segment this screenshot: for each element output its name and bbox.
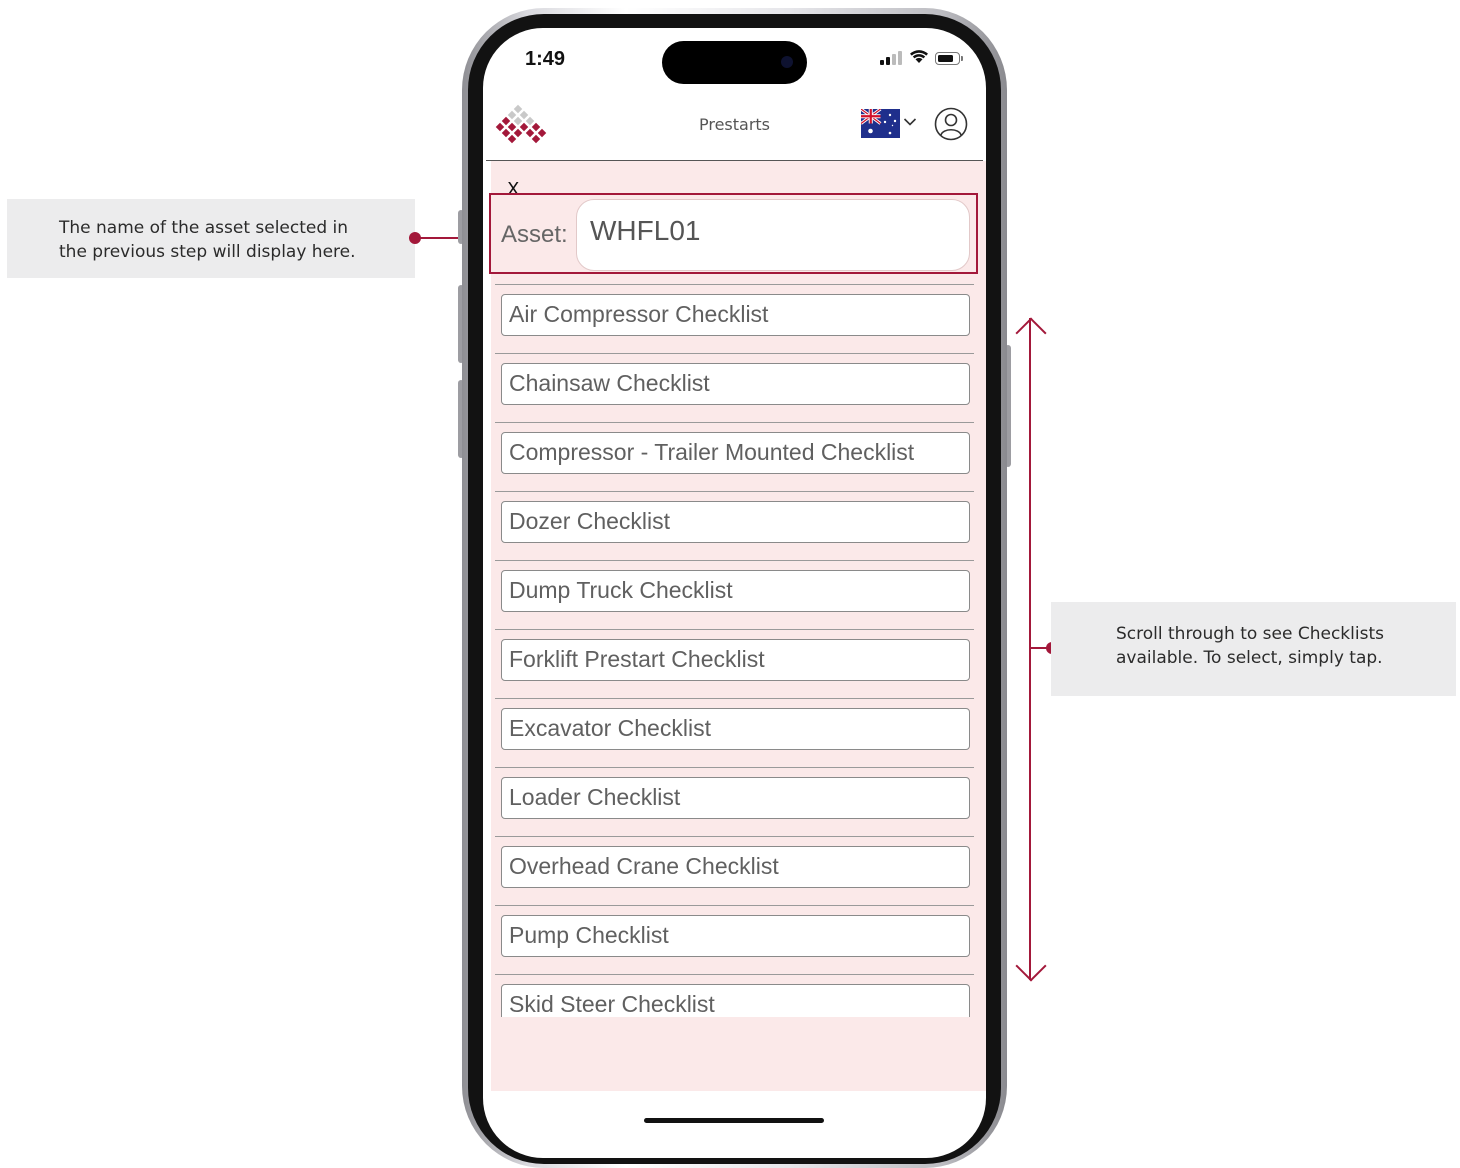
list-divider (495, 491, 974, 492)
phone-screen: 1:49 Prestarts X Asset: WHFL01 Air Compr… (483, 28, 986, 1158)
chevron-down-icon[interactable] (903, 117, 917, 127)
list-divider (495, 698, 974, 699)
checklist-button[interactable]: Loader Checklist (501, 777, 970, 819)
list-divider (495, 560, 974, 561)
cellular-signal-icon (880, 51, 902, 65)
asset-callout: The name of the asset selected in the pr… (7, 199, 415, 278)
checklist-button[interactable]: Chainsaw Checklist (501, 363, 970, 405)
dynamic-island (662, 41, 807, 84)
list-divider (495, 767, 974, 768)
list-divider (495, 353, 974, 354)
checklist-button[interactable]: Overhead Crane Checklist (501, 846, 970, 888)
checklist-button[interactable]: Air Compressor Checklist (501, 294, 970, 336)
scroll-callout-line-2: available. To select, simply tap. (1116, 648, 1383, 668)
user-profile-icon[interactable] (934, 107, 968, 141)
home-indicator (644, 1118, 824, 1123)
asset-callout-line-2: the previous step will display here. (59, 242, 356, 262)
scroll-callout-line-1: Scroll through to see Checklists (1116, 624, 1384, 644)
app-header: Prestarts (483, 94, 986, 160)
scroll-callout: Scroll through to see Checklists availab… (1051, 602, 1456, 696)
status-time: 1:49 (525, 48, 566, 70)
camera-icon (781, 56, 793, 68)
list-divider (495, 422, 974, 423)
checklist-button[interactable]: Forklift Prestart Checklist (501, 639, 970, 681)
checklist-button[interactable]: Skid Steer Checklist (501, 984, 970, 1017)
list-divider (495, 836, 974, 837)
scroll-up-arrow-icon (1015, 317, 1047, 349)
checklist-button[interactable]: Dozer Checklist (501, 501, 970, 543)
scroll-down-arrow-icon (1015, 950, 1047, 982)
checklist-button[interactable]: Pump Checklist (501, 915, 970, 957)
list-divider (495, 284, 974, 285)
list-divider (495, 974, 974, 975)
checklist-button[interactable]: Excavator Checklist (501, 708, 970, 750)
list-divider (495, 905, 974, 906)
asset-callout-line-1: The name of the asset selected in (59, 218, 349, 238)
checklist-list[interactable]: Air Compressor Checklist Chainsaw Checkl… (491, 161, 986, 1017)
list-divider (495, 629, 974, 630)
scroll-arrow-line (1029, 318, 1031, 980)
checklist-button[interactable]: Compressor - Trailer Mounted Checklist (501, 432, 970, 474)
checklist-button[interactable]: Dump Truck Checklist (501, 570, 970, 612)
australia-flag-icon[interactable] (861, 109, 900, 138)
wifi-icon (910, 50, 928, 63)
prestart-content: X Asset: WHFL01 Air Compressor Checklist… (489, 161, 986, 1091)
battery-icon (935, 52, 963, 65)
